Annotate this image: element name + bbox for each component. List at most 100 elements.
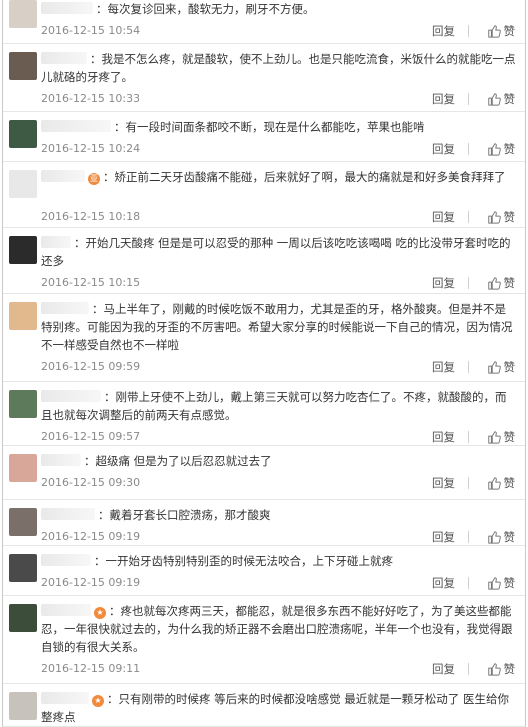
user-avatar[interactable] xyxy=(9,52,37,80)
thumbs-up-icon xyxy=(487,577,501,590)
comment-meta: 2016-12-15 09:19 回复 赞 xyxy=(41,574,515,592)
thumbs-up-icon xyxy=(487,431,501,444)
like-label: 赞 xyxy=(503,576,516,590)
reply-button[interactable]: 回复 xyxy=(432,574,455,592)
divider xyxy=(468,93,469,105)
comment-meta: 2016-12-15 09:19 回复 赞 xyxy=(41,528,515,546)
like-label: 赞 xyxy=(503,360,516,374)
colon: ： xyxy=(74,236,86,250)
comment-body: 马上半年了，刚戴的时候吃饭不敢用力，尤其是歪的牙，格外酸爽。但是并不是特别疼。可… xyxy=(41,302,513,352)
reply-button[interactable]: 回复 xyxy=(432,474,455,492)
member-badge-icon: ★ xyxy=(94,607,106,619)
username-blurred[interactable] xyxy=(41,52,87,64)
like-button[interactable]: 赞 xyxy=(487,574,516,592)
like-button[interactable]: 赞 xyxy=(487,428,516,446)
thumbs-up-icon xyxy=(487,531,501,544)
user-avatar[interactable] xyxy=(9,0,37,28)
colon: ： xyxy=(94,554,106,568)
like-button[interactable]: 赞 xyxy=(487,90,516,108)
comment-meta: 2016-12-15 10:33 回复 赞 xyxy=(41,90,515,108)
comment-item: ：我是不怎么疼，就是酸软，使不上劲儿。也是只能吃流食，米饭什么的就能吃一点儿就硌… xyxy=(3,44,525,112)
user-avatar[interactable] xyxy=(9,508,37,536)
reply-button[interactable]: 回复 xyxy=(432,528,455,546)
comment-meta: 2016-12-15 10:18 回复 赞 xyxy=(41,208,515,226)
comment-meta: 2016-12-15 09:11 回复 赞 xyxy=(41,660,515,678)
like-button[interactable]: 赞 xyxy=(487,274,516,292)
username-blurred[interactable] xyxy=(41,554,91,566)
username-blurred[interactable] xyxy=(41,170,85,182)
user-avatar[interactable] xyxy=(9,554,37,582)
reply-button[interactable]: 回复 xyxy=(432,90,455,108)
comment-body: 每次复诊回来，酸软无力，刷牙不方便。 xyxy=(107,2,315,16)
comment-meta: 2016-12-15 10:54 回复 赞 xyxy=(41,22,515,40)
comment-body: 我是不怎么疼，就是酸软，使不上劲儿。也是只能吃流食，米饭什么的就能吃一点儿就硌的… xyxy=(41,52,516,84)
username-blurred[interactable] xyxy=(41,454,81,466)
colon: ： xyxy=(104,390,116,404)
comment-item: ：戴着牙套长口腔溃疡，那才酸爽 2016-12-15 09:19 回复 赞 xyxy=(3,500,525,546)
comment-text: ★ ：只有刚带的时候疼 等后来的时候都没啥感觉 最近就是一颗牙松动了 医生给你整疼… xyxy=(41,690,517,726)
comment-body: 一开始牙齿特别特别歪的时候无法咬合，上下牙碰上就疼 xyxy=(105,554,394,568)
comment-body: 戴着牙套长口腔溃疡，那才酸爽 xyxy=(109,508,271,522)
like-label: 赞 xyxy=(503,92,516,106)
comment-list: ：每次复诊回来，酸软无力，刷牙不方便。 2016-12-15 10:54 回复赞：我… xyxy=(2,0,526,727)
reply-button[interactable]: 回复 xyxy=(432,428,455,446)
like-button[interactable]: 赞 xyxy=(487,208,515,226)
comment-body: 超级痛 但是为了以后忍忍就过去了 xyxy=(95,454,272,468)
username-blurred[interactable] xyxy=(41,236,71,248)
comment-item: ：每次复诊回来，酸软无力，刷牙不方便。 2016-12-15 10:54 回复 赞 xyxy=(3,0,525,44)
username-blurred[interactable] xyxy=(41,2,93,14)
username-blurred[interactable] xyxy=(41,692,89,704)
like-label: 赞 xyxy=(503,476,516,490)
like-button[interactable]: 赞 xyxy=(487,474,516,492)
comment-text: ：超级痛 但是为了以后忍忍就过去了 xyxy=(41,452,517,470)
comment-meta: 2016-12-15 09:30 回复 赞 xyxy=(41,474,515,492)
comment-timestamp: 2016-12-15 10:33 xyxy=(41,92,141,105)
comment-text: ：戴着牙套长口腔溃疡，那才酸爽 xyxy=(41,506,517,524)
divider xyxy=(468,211,469,223)
like-label: 赞 xyxy=(503,276,516,290)
comment-item: ★ ：疼也就每次疼两三天，都能忍，就是很多东西不能好好吃了，为了美这些都能忍，一年… xyxy=(3,596,525,684)
user-avatar[interactable] xyxy=(9,170,37,198)
reply-button[interactable]: 回复 xyxy=(432,660,455,678)
comment-item: ：一开始牙齿特别特别歪的时候无法咬合，上下牙碰上就疼 2016-12-15 09:… xyxy=(3,546,525,596)
user-avatar[interactable] xyxy=(9,236,37,264)
username-blurred[interactable] xyxy=(41,302,89,314)
like-button[interactable]: 赞 xyxy=(487,528,516,546)
username-blurred[interactable] xyxy=(41,390,101,402)
colon: ： xyxy=(92,302,104,316)
like-button[interactable]: 赞 xyxy=(487,140,515,158)
colon: ： xyxy=(103,170,115,184)
reply-button[interactable]: 回复 xyxy=(432,140,455,158)
like-button[interactable]: 赞 xyxy=(487,660,515,678)
thumbs-up-icon xyxy=(487,93,501,106)
reply-button[interactable]: 回复 xyxy=(432,22,455,40)
username-blurred[interactable] xyxy=(41,604,91,616)
user-avatar[interactable] xyxy=(9,692,37,720)
username-blurred[interactable] xyxy=(41,120,111,132)
divider xyxy=(468,663,469,675)
comment-item: ★ ：只有刚带的时候疼 等后来的时候都没啥感觉 最近就是一颗牙松动了 医生给你整疼… xyxy=(3,684,525,727)
like-button[interactable]: 赞 xyxy=(487,358,516,376)
reply-button[interactable]: 回复 xyxy=(432,358,455,376)
user-avatar[interactable] xyxy=(9,454,37,482)
like-label: 赞 xyxy=(503,530,516,544)
username-blurred[interactable] xyxy=(41,508,95,520)
comment-timestamp: 2016-12-15 10:54 xyxy=(41,24,141,37)
comment-body: 开始几天酸疼 但是是可以忍受的那种 一周以后该吃吃该喝喝 吃的比没带牙套时吃的还… xyxy=(41,236,511,268)
user-avatar[interactable] xyxy=(9,302,37,330)
comment-text: ★ ：疼也就每次疼两三天，都能忍，就是很多东西不能好好吃了，为了美这些都能忍，一年… xyxy=(41,602,517,656)
like-label: 赞 xyxy=(503,430,516,444)
like-button[interactable]: 赞 xyxy=(487,22,515,40)
user-avatar[interactable] xyxy=(9,604,37,632)
divider xyxy=(468,477,469,489)
thumbs-up-icon xyxy=(487,477,501,490)
comment-timestamp: 2016-12-15 09:57 xyxy=(41,430,141,443)
colon: ： xyxy=(114,120,126,134)
colon: ： xyxy=(96,2,108,16)
comment-meta: 2016-12-15 09:59 回复 赞 xyxy=(41,358,515,376)
user-avatar[interactable] xyxy=(9,390,37,418)
reply-button[interactable]: 回复 xyxy=(432,208,455,226)
divider xyxy=(468,277,469,289)
user-avatar[interactable] xyxy=(9,120,37,148)
reply-button[interactable]: 回复 xyxy=(432,274,455,292)
